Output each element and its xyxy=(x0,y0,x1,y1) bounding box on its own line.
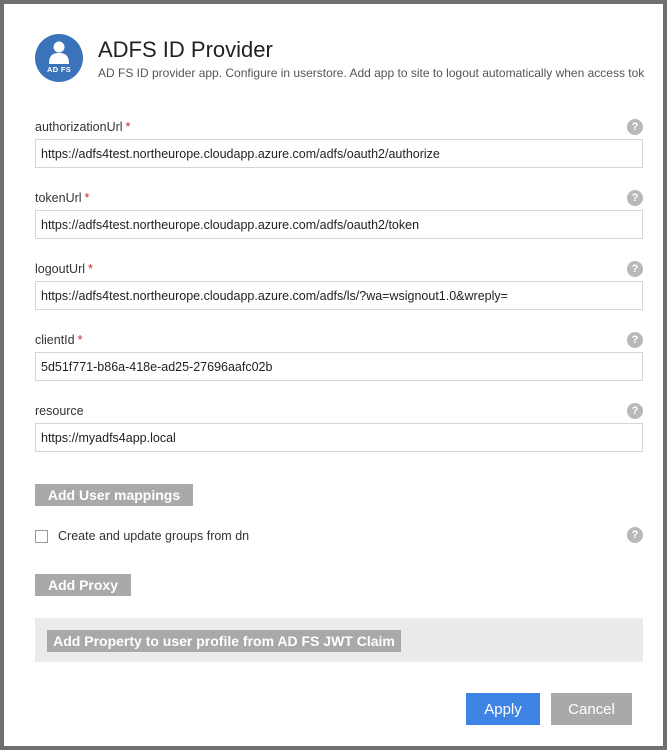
authorization-url-input[interactable] xyxy=(35,139,643,168)
resource-input[interactable] xyxy=(35,423,643,452)
adfs-provider-dialog: AD FS ADFS ID Provider AD FS ID provider… xyxy=(4,4,663,746)
help-icon[interactable]: ? xyxy=(627,527,643,543)
adfs-logo: AD FS xyxy=(35,34,83,82)
dialog-header: AD FS ADFS ID Provider AD FS ID provider… xyxy=(4,4,663,94)
help-icon[interactable]: ? xyxy=(627,261,643,277)
add-proxy-button[interactable]: Add Proxy xyxy=(35,574,131,596)
claims-panel: Add Property to user profile from AD FS … xyxy=(35,618,643,662)
client-id-input[interactable] xyxy=(35,352,643,381)
field-label-text: authorizationUrl xyxy=(35,120,123,134)
dialog-title: ADFS ID Provider xyxy=(98,37,273,62)
required-marker: * xyxy=(88,262,93,276)
add-property-button[interactable]: Add Property to user profile from AD FS … xyxy=(47,630,401,652)
required-marker: * xyxy=(84,191,90,205)
field-label: clientId * xyxy=(35,333,82,347)
field-label-text: resource xyxy=(35,404,84,418)
help-icon[interactable]: ? xyxy=(627,119,643,135)
field-label: logoutUrl * xyxy=(35,262,93,276)
help-icon[interactable]: ? xyxy=(627,332,643,348)
required-marker: * xyxy=(77,333,83,347)
logout-url-input[interactable] xyxy=(35,281,643,310)
field-label: resource xyxy=(35,404,87,418)
cancel-button[interactable]: Cancel xyxy=(551,693,632,725)
help-icon[interactable]: ? xyxy=(627,403,643,419)
field-label: tokenUrl * xyxy=(35,191,89,205)
create-groups-row: Create and update groups from dn ? xyxy=(35,527,643,546)
dialog-subtitle: AD FS ID provider app. Configure in user… xyxy=(98,66,645,80)
field-label-text: clientId xyxy=(35,333,75,347)
help-icon[interactable]: ? xyxy=(627,190,643,206)
add-user-mappings-button[interactable]: Add User mappings xyxy=(35,484,193,506)
create-groups-label: Create and update groups from dn xyxy=(58,529,250,543)
field-label: authorizationUrl * xyxy=(35,120,130,134)
required-marker: * xyxy=(125,120,131,134)
logo-text: AD FS xyxy=(47,65,71,74)
field-label-text: logoutUrl xyxy=(35,262,86,276)
create-groups-checkbox[interactable] xyxy=(35,530,48,543)
apply-button[interactable]: Apply xyxy=(466,693,540,725)
user-icon xyxy=(49,41,69,64)
token-url-input[interactable] xyxy=(35,210,643,239)
field-label-text: tokenUrl xyxy=(35,191,82,205)
